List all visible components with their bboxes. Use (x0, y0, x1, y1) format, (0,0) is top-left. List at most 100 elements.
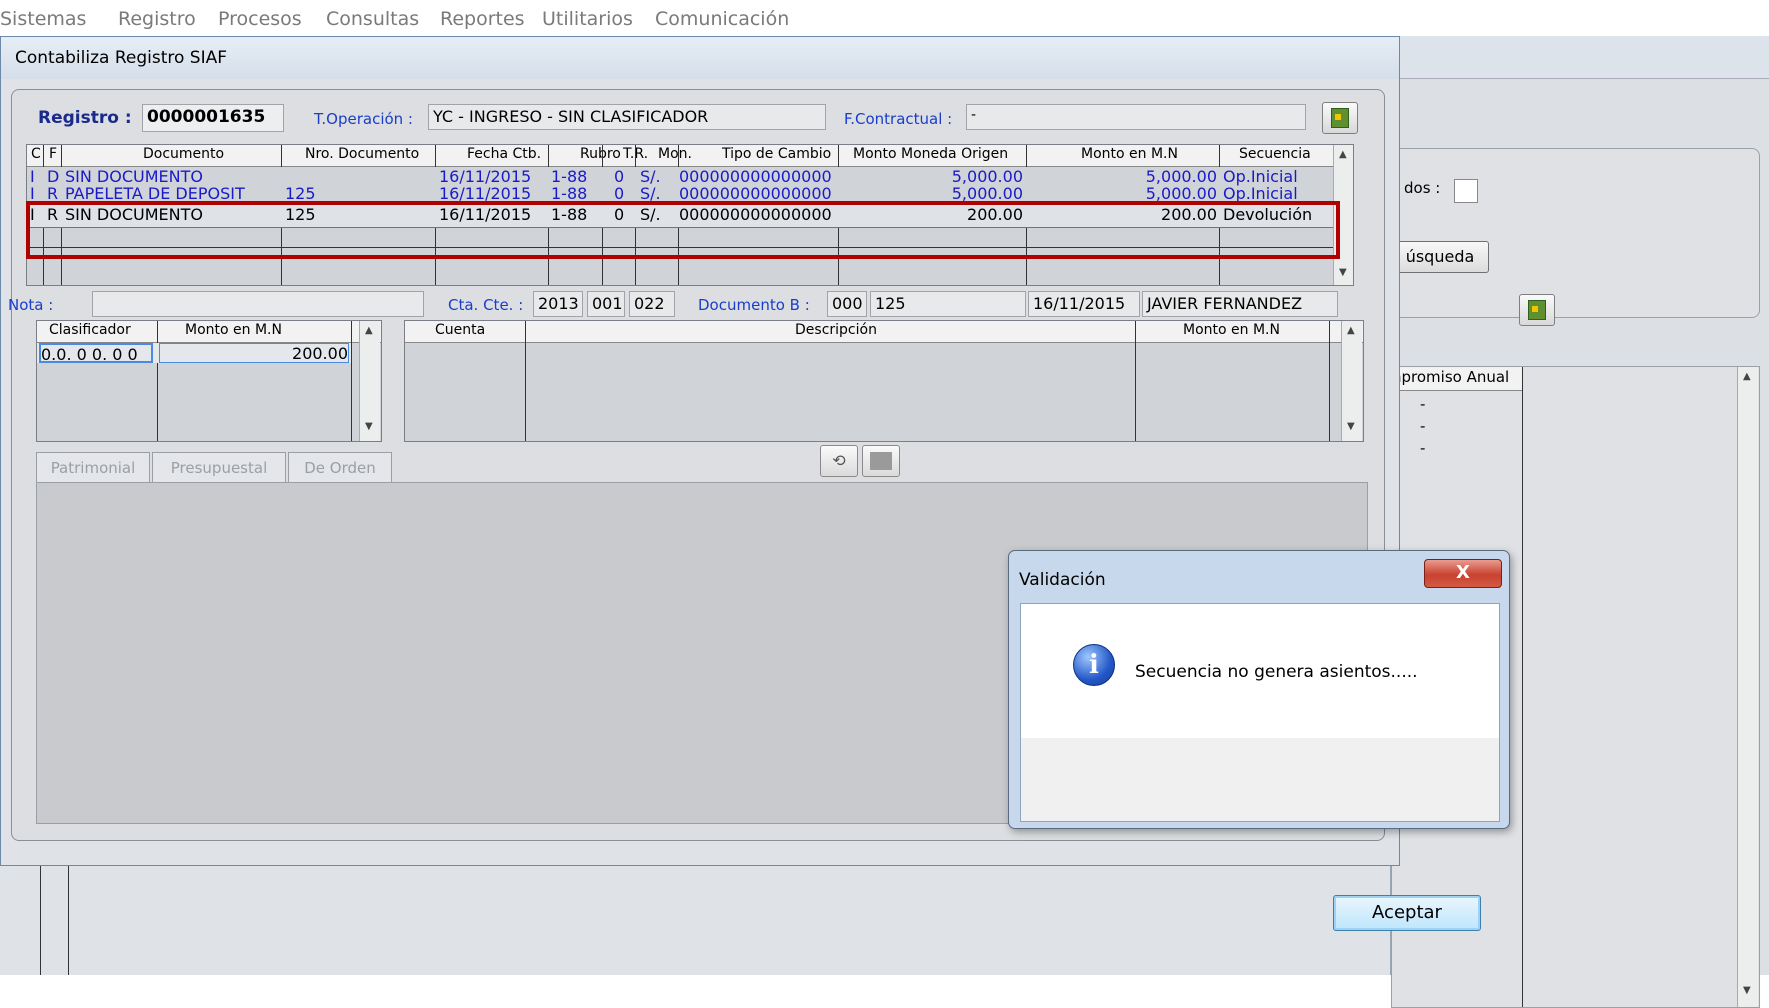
col-c: C (31, 146, 41, 162)
undo-button[interactable]: ⟲ (820, 445, 858, 477)
grid-column-header: npromiso Anual (1392, 367, 1522, 391)
col-monto-mn: Monto en M.N (185, 322, 282, 338)
fcontractual-label: F.Contractual : (844, 110, 953, 128)
ctacte-field-1[interactable]: 2013 (533, 291, 583, 317)
cell-c: I (30, 167, 35, 186)
cell-tipo-cambio: 000000000000000 (679, 167, 832, 186)
undo-icon: ⟲ (832, 451, 846, 470)
col-fecha-ctb: Fecha Ctb. (467, 146, 542, 162)
nombre-field[interactable]: JAVIER FERNANDEZ (1142, 291, 1338, 317)
cuenta-scrollbar[interactable]: ▲ ▼ (1341, 321, 1362, 441)
cell-clasificador[interactable]: 0.0. 0 0. 0 0 (39, 343, 153, 363)
close-button[interactable]: X (1424, 559, 1502, 588)
bottom-area (0, 866, 1390, 975)
stop-button[interactable] (862, 445, 900, 477)
grid-divider (525, 321, 526, 441)
dialog-body: i Secuencia no genera asientos..... Acep… (1020, 603, 1500, 931)
divider (68, 866, 69, 975)
cell-mon: S/. (640, 167, 661, 186)
col-tipo-cambio: Tipo de Cambio (722, 146, 832, 162)
search-button[interactable]: úsqueda (1392, 241, 1489, 273)
scroll-up-icon[interactable]: ▲ (1743, 371, 1751, 382)
grid-cell-dash-1: - (1420, 395, 1426, 413)
cell-documento: SIN DOCUMENTO (65, 167, 203, 186)
nota-field[interactable] (92, 291, 424, 317)
clasificador-scrollbar[interactable]: ▲ ▼ (359, 321, 380, 441)
col-secuencia: Secuencia (1239, 146, 1311, 162)
cell-monto-origen: 5,000.00 (951, 167, 1023, 186)
cell-fecha: 16/11/2015 (439, 167, 532, 186)
table-row[interactable]: I R PAPELETA DE DEPOSIT 125 16/11/2015 1… (27, 187, 1333, 201)
menu-comunicacion[interactable]: Comunicación (655, 8, 789, 30)
ctacte-field-3[interactable]: 022 (629, 291, 675, 317)
grid-divider (1522, 367, 1523, 1007)
table-row[interactable]: I D SIN DOCUMENTO 16/11/2015 1-88 0 S/. … (27, 167, 1333, 187)
menu-procesos[interactable]: Procesos (218, 8, 302, 30)
tab-patrimonial[interactable]: Patrimonial (36, 452, 150, 483)
window-titlebar: Contabiliza Registro SIAF (1, 37, 1399, 79)
grid-cell-dash-3: - (1420, 439, 1426, 457)
dialog-footer: Aceptar (1021, 738, 1499, 931)
registro-label: Registro : (38, 108, 132, 128)
cell-f: D (47, 167, 60, 186)
scroll-up-icon[interactable]: ▲ (365, 325, 373, 336)
cell-monto-mn: 5,000.00 (1145, 187, 1217, 201)
cell-documento: PAPELETA DE DEPOSIT (65, 187, 245, 201)
scroll-up-icon[interactable]: ▲ (1347, 325, 1355, 336)
menu-utilitarios[interactable]: Utilitarios (542, 8, 633, 30)
cell-monto[interactable]: 200.00 (159, 343, 349, 363)
exit-door-icon (1331, 108, 1349, 128)
col-monto-mn: Monto en M.N (1183, 322, 1280, 338)
background-exit-button[interactable] (1519, 294, 1555, 326)
cell-monto-mn: 5,000.00 (1145, 167, 1217, 186)
col-clasificador: Clasificador (49, 322, 131, 338)
registro-field[interactable]: 0000001635 (142, 104, 284, 132)
toperacion-label: T.Operación : (314, 110, 413, 128)
table-row[interactable]: 0.0. 0 0. 0 0 200.00 (37, 343, 351, 363)
grid-divider (351, 321, 352, 441)
scroll-down-icon[interactable]: ▼ (1743, 985, 1751, 996)
scroll-up-icon[interactable]: ▲ (1339, 149, 1347, 160)
toperacion-field[interactable]: YC - INGRESO - SIN CLASIFICADOR (428, 104, 826, 130)
scroll-down-icon[interactable]: ▼ (1339, 267, 1347, 278)
cell-secuencia: Op.Inicial (1223, 167, 1298, 186)
background-grid-scrollbar[interactable]: ▲ ▼ (1737, 367, 1758, 1007)
tab-de-orden[interactable]: De Orden (288, 452, 392, 483)
fcontractual-field[interactable]: - (966, 104, 1306, 130)
ctacte-label: Cta. Cte. : (448, 296, 524, 314)
col-rubro: Rubro (580, 146, 621, 162)
documentob-field-2[interactable]: 125 (870, 291, 1026, 317)
checkbox-label: dos : (1404, 179, 1441, 197)
clasificador-grid-header: Clasificador Monto en M.N (37, 321, 381, 343)
col-nro-documento: Nro. Documento (305, 146, 420, 162)
menu-registro[interactable]: Registro (118, 8, 196, 30)
validation-dialog: Validación X i Secuencia no genera asien… (1008, 550, 1510, 931)
background-filter-panel: dos : úsqueda (1391, 148, 1760, 318)
grid-divider (1135, 321, 1136, 441)
scroll-down-icon[interactable]: ▼ (1347, 421, 1355, 432)
tab-presupuestal[interactable]: Presupuestal (152, 452, 286, 483)
accept-button[interactable]: Aceptar (1333, 895, 1481, 931)
grid-cell-dash-2: - (1420, 417, 1426, 435)
menu-reportes[interactable]: Reportes (440, 8, 525, 30)
cell-tr: 0 (614, 167, 625, 186)
menu-sistemas[interactable]: Sistemas (0, 8, 86, 30)
scroll-down-icon[interactable]: ▼ (365, 421, 373, 432)
cell-c: I (30, 187, 35, 201)
col-descripcion: Descripción (795, 322, 877, 338)
cell-tr: 0 (614, 187, 625, 201)
documentob-field-1[interactable]: 000 (827, 291, 867, 317)
stop-icon (870, 452, 892, 470)
dialog-title: Validación (1019, 570, 1106, 590)
col-mon: Mon. (658, 146, 692, 162)
background-window: dos : úsqueda npromiso Anual - - - ▲ ▼ (1390, 36, 1769, 1008)
exit-button[interactable] (1322, 102, 1358, 134)
nota-label: Nota : (8, 296, 54, 314)
col-monto-mn: Monto en M.N (1081, 146, 1178, 162)
ctacte-field-2[interactable]: 001 (587, 291, 625, 317)
documentob-date-field[interactable]: 16/11/2015 (1028, 291, 1140, 317)
background-window-toolbar (1391, 36, 1769, 79)
filter-checkbox[interactable] (1454, 179, 1478, 203)
menu-consultas[interactable]: Consultas (326, 8, 419, 30)
tab-strip: Patrimonial Presupuestal De Orden (36, 452, 436, 484)
